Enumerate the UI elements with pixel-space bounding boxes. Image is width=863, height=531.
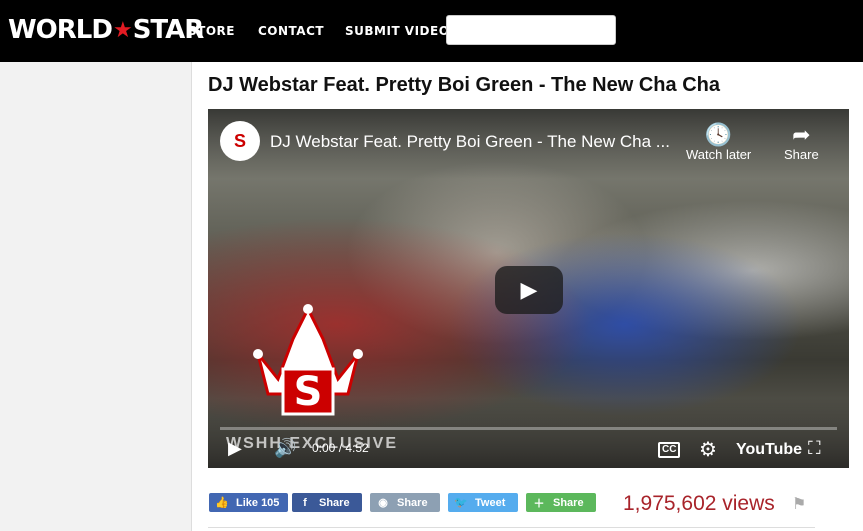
settings-button[interactable]: ⚙ <box>699 437 717 462</box>
facebook-share-button[interactable]: f Share <box>292 493 362 512</box>
speaker-icon: 🔊 <box>274 438 297 458</box>
thumbs-up-icon: 👍 <box>215 497 229 509</box>
tweet-label: Tweet <box>475 496 506 509</box>
more-share-label: Share <box>553 496 584 509</box>
like-label: Like 105 <box>236 496 280 509</box>
flag-icon[interactable]: ⚑ <box>792 494 806 514</box>
fullscreen-icon: ⛶ <box>808 438 821 458</box>
captions-button[interactable]: CC <box>658 442 681 458</box>
reddit-share-button[interactable]: ◉ Share <box>370 493 440 512</box>
channel-logo-text: S <box>233 130 246 151</box>
nav-submit-video[interactable]: SUBMIT VIDEO <box>345 24 449 38</box>
reddit-share-label: Share <box>397 496 428 509</box>
nav-store[interactable]: STORE <box>188 24 235 38</box>
tweet-button[interactable]: 🐦 Tweet <box>448 493 518 512</box>
left-sidebar <box>0 62 192 531</box>
facebook-like-button[interactable]: 👍 Like 105 <box>209 493 288 512</box>
share-button[interactable]: ➦ Share <box>784 122 819 163</box>
reddit-icon: ◉ <box>378 497 388 509</box>
share-arrow-icon: ➦ <box>792 122 811 147</box>
time-display: 0:00 / 4:52 <box>312 441 369 455</box>
svg-text:S: S <box>294 369 323 415</box>
view-count: 1,975,602 views <box>623 492 775 515</box>
video-title[interactable]: DJ Webstar Feat. Pretty Boi Green - The … <box>270 132 670 152</box>
more-share-button[interactable]: ＋ Share <box>526 493 596 512</box>
page-title: DJ Webstar Feat. Pretty Boi Green - The … <box>208 74 720 96</box>
fullscreen-button[interactable]: ⛶ <box>808 438 821 459</box>
gear-icon: ⚙ <box>699 439 717 461</box>
star-icon: ★ <box>112 17 133 43</box>
big-play-button[interactable]: ▶ <box>495 266 563 314</box>
video-player[interactable]: S DJ Webstar Feat. Pretty Boi Green - Th… <box>208 109 849 468</box>
crown-watermark-icon: S <box>253 304 363 416</box>
play-icon: ▶ <box>520 277 538 302</box>
clock-icon: 🕓 <box>704 122 733 147</box>
nav-contact[interactable]: CONTACT <box>258 24 324 38</box>
watch-later-label: Watch later <box>686 147 752 162</box>
twitter-icon: 🐦 <box>454 497 468 509</box>
plus-share-icon: ＋ <box>533 497 545 510</box>
divider <box>208 527 815 528</box>
search-input[interactable] <box>446 15 616 45</box>
progress-bar[interactable] <box>220 427 837 430</box>
share-label: Share <box>784 147 819 162</box>
play-pause-button[interactable]: ▶ <box>228 438 242 459</box>
top-bar: WORLD ★ STAR STORE CONTACT SUBMIT VIDEO <box>0 0 863 62</box>
fb-share-label: Share <box>319 496 350 509</box>
watch-later-button[interactable]: 🕓 Watch later <box>686 122 752 163</box>
volume-button[interactable]: 🔊 <box>274 438 296 459</box>
channel-logo[interactable]: S <box>220 121 260 161</box>
logo-text-left: WORLD <box>8 15 113 45</box>
facebook-icon: f <box>303 496 307 509</box>
worldstar-logo[interactable]: WORLD ★ STAR <box>8 13 204 47</box>
youtube-logo[interactable]: YouTube <box>736 441 802 459</box>
play-icon: ▶ <box>228 438 242 458</box>
